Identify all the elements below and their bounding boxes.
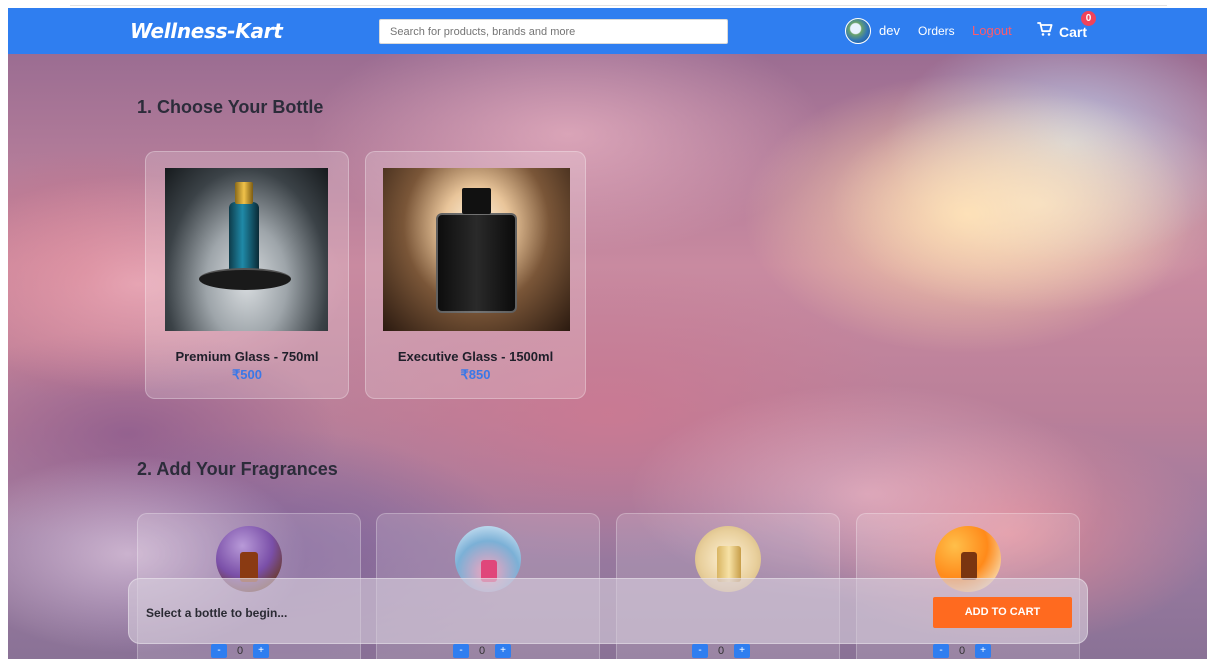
- quantity-stepper[interactable]: - 0 +: [453, 643, 511, 658]
- bottle-card-executive[interactable]: Executive Glass - 1500ml ₹850: [365, 151, 586, 399]
- quantity-stepper[interactable]: - 0 +: [933, 643, 991, 658]
- avatar[interactable]: [845, 18, 871, 44]
- add-to-cart-button[interactable]: ADD TO CART: [933, 597, 1072, 628]
- increase-button[interactable]: +: [975, 643, 991, 658]
- increase-button[interactable]: +: [495, 643, 511, 658]
- user-name[interactable]: dev: [879, 23, 900, 38]
- bottle-price: ₹500: [232, 367, 262, 382]
- cloud-decoration: [828, 94, 1207, 314]
- cart-link[interactable]: Cart: [1059, 24, 1087, 40]
- decrease-button[interactable]: -: [692, 643, 708, 658]
- orders-link[interactable]: Orders: [918, 24, 955, 38]
- quantity-value: 0: [478, 644, 486, 657]
- cart-count-badge: 0: [1081, 11, 1096, 26]
- perfume-bottle-smoke-image: [165, 168, 328, 331]
- quantity-value: 0: [958, 644, 966, 657]
- quantity-stepper[interactable]: - 0 +: [692, 643, 750, 658]
- fragrance-section-title: 2. Add Your Fragrances: [137, 459, 338, 479]
- brand-logo[interactable]: Wellness-Kart: [130, 19, 283, 43]
- decrease-button[interactable]: -: [453, 643, 469, 658]
- bottle-card-premium[interactable]: Premium Glass - 750ml ₹500: [145, 151, 349, 399]
- selection-status-text: Select a bottle to begin...: [146, 606, 288, 620]
- increase-button[interactable]: +: [734, 643, 750, 658]
- decrease-button[interactable]: -: [933, 643, 949, 658]
- search-input[interactable]: [379, 19, 728, 44]
- quantity-value: 0: [236, 644, 244, 657]
- action-bar: Select a bottle to begin... ADD TO CART: [128, 578, 1088, 644]
- browser-frame: [0, 0, 1207, 8]
- quantity-value: 0: [717, 644, 725, 657]
- cart-icon[interactable]: [1037, 21, 1053, 37]
- decrease-button[interactable]: -: [211, 643, 227, 658]
- quantity-stepper[interactable]: - 0 +: [211, 643, 269, 658]
- increase-button[interactable]: +: [253, 643, 269, 658]
- perfume-bottle-black-image: [383, 168, 570, 331]
- bottle-name: Premium Glass - 750ml: [175, 349, 319, 364]
- bottle-price: ₹850: [460, 367, 491, 382]
- logout-link[interactable]: Logout: [972, 23, 1012, 38]
- bottle-name: Executive Glass - 1500ml: [397, 349, 554, 364]
- bottle-section-title: 1. Choose Your Bottle: [137, 97, 324, 117]
- navbar: Wellness-Kart dev Orders Logout Cart 0: [8, 8, 1207, 54]
